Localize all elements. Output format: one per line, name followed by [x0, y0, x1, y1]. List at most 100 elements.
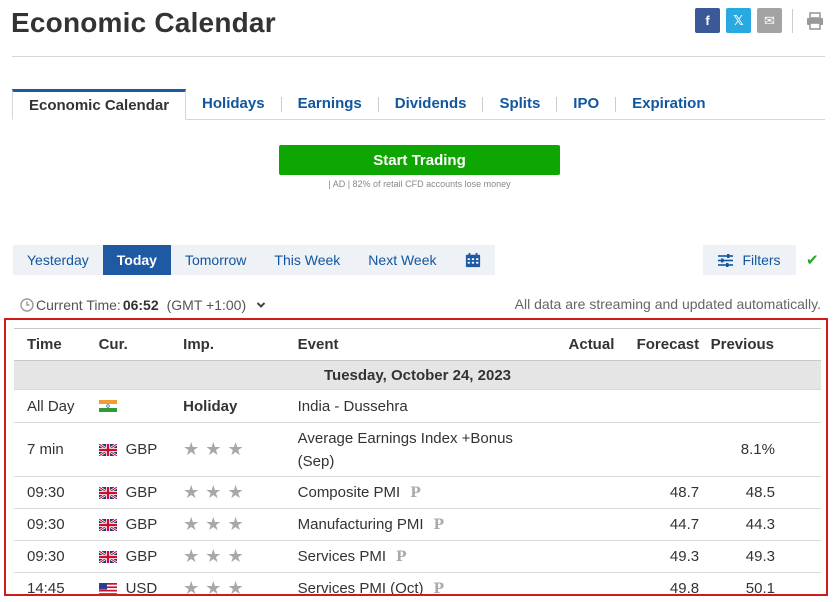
x-share-button[interactable]: 𝕏 [726, 8, 751, 33]
row-actual [537, 476, 617, 509]
header-importance[interactable]: Imp. [183, 328, 298, 361]
row-event[interactable]: Services PMI (Oct) P [297, 572, 538, 596]
table-row[interactable]: 09:30 GBP ★ ★ ★ Services PMI P 49.3 49.3 [14, 540, 821, 573]
row-previous: 49.3 [707, 540, 821, 573]
title-divider [12, 56, 825, 57]
row-forecast: 48.7 [616, 476, 708, 509]
share-toolbar: f 𝕏 ✉ [695, 8, 827, 33]
row-event[interactable]: Manufacturing PMI P [297, 508, 538, 541]
importance-stars: ★ ★ ★ [183, 440, 243, 458]
uk-flag-icon [98, 518, 117, 531]
filters-button[interactable]: Filters [703, 245, 796, 275]
period-today[interactable]: Today [102, 245, 171, 275]
header-time[interactable]: Time [14, 328, 99, 361]
row-actual [537, 422, 617, 477]
tab-ipo[interactable]: IPO [557, 88, 615, 119]
event-name: Composite PMI [297, 484, 401, 501]
table-row[interactable]: 09:30 GBP ★ ★ ★ Manufacturing PMI P 44.7 44… [14, 508, 821, 541]
period-tomorrow[interactable]: Tomorrow [171, 245, 260, 275]
row-currency [98, 389, 184, 423]
header-previous[interactable]: Previous [707, 328, 821, 361]
tab-expiration[interactable]: Expiration [616, 88, 721, 119]
event-name: Services PMI (Oct) [297, 580, 424, 596]
preliminary-icon: P [433, 581, 445, 596]
row-importance: Holiday [183, 389, 298, 423]
row-currency: GBP [98, 476, 184, 509]
star-icon: ★ [227, 482, 244, 502]
section-tabs: Economic Calendar Holidays Earnings Divi… [12, 89, 825, 120]
period-this-week[interactable]: This Week [260, 245, 354, 275]
tab-splits[interactable]: Splits [483, 88, 556, 119]
row-time: 14:45 [14, 572, 99, 594]
current-time: Current Time: 06:52 (GMT +1:00) [20, 297, 266, 313]
header-event[interactable]: Event [297, 328, 538, 361]
table-row[interactable]: 7 min GBP ★ ★ ★ Average Earnings Index +Bo… [14, 422, 821, 477]
event-name: Services PMI [297, 548, 386, 565]
currency-code: GBP [125, 484, 158, 501]
row-actual [537, 572, 617, 594]
period-yesterday[interactable]: Yesterday [13, 245, 103, 275]
star-icon: ★ [205, 546, 222, 566]
table-header-row: Time Cur. Imp. Event Actual Forecast Pre… [14, 328, 821, 361]
printer-icon[interactable] [803, 9, 827, 33]
date-row: Tuesday, October 24, 2023 [14, 360, 821, 390]
row-event[interactable]: Composite PMI P [297, 476, 538, 509]
start-trading-button[interactable]: Start Trading [279, 145, 560, 175]
filters-label: Filters [742, 252, 781, 268]
header-currency[interactable]: Cur. [98, 328, 184, 361]
row-currency: USD [98, 572, 184, 594]
currency-code: GBP [125, 516, 158, 533]
period-next-week[interactable]: Next Week [354, 245, 450, 275]
row-importance: ★ ★ ★ [183, 508, 298, 541]
tab-earnings[interactable]: Earnings [282, 88, 378, 119]
star-icon: ★ [183, 578, 200, 596]
tab-holidays[interactable]: Holidays [186, 88, 281, 119]
row-previous: 44.3 [707, 508, 821, 541]
date-label: Tuesday, October 24, 2023 [14, 360, 821, 390]
row-event[interactable]: Average Earnings Index +Bonus (Sep) [297, 422, 538, 477]
current-time-value: 06:52 [122, 297, 159, 313]
star-icon: ★ [183, 439, 200, 459]
india-flag-icon [98, 400, 117, 412]
facebook-share-button[interactable]: f [695, 8, 720, 33]
row-time: 09:30 [14, 508, 99, 541]
row-importance: ★ ★ ★ [183, 476, 298, 509]
tab-economic-calendar[interactable]: Economic Calendar [12, 89, 187, 120]
period-selector: Yesterday Today Tomorrow This Week Next … [13, 245, 495, 275]
row-event[interactable]: Services PMI P [297, 540, 538, 573]
page-title: Economic Calendar [11, 7, 276, 38]
event-name-line1: Average Earnings Index +Bonus [297, 429, 513, 447]
preliminary-icon: P [410, 485, 421, 501]
row-actual [537, 508, 617, 541]
row-forecast [616, 422, 708, 477]
chevron-down-icon[interactable] [256, 301, 266, 309]
header-actual[interactable]: Actual [537, 328, 617, 361]
table-row[interactable]: 09:30 GBP ★ ★ ★ Composite PMI P 48.7 48.5 [14, 476, 821, 509]
row-forecast [616, 389, 708, 423]
row-importance: ★ ★ ★ [183, 540, 298, 573]
share-divider [792, 8, 793, 33]
row-time: 7 min [14, 422, 99, 477]
star-icon: ★ [205, 514, 222, 534]
star-icon: ★ [205, 439, 222, 459]
row-previous: 8.1% [707, 422, 821, 477]
importance-stars: ★ ★ ★ [183, 483, 243, 501]
calendar-icon[interactable] [451, 245, 495, 275]
star-icon: ★ [227, 578, 244, 596]
header-forecast[interactable]: Forecast [616, 328, 708, 361]
timezone-label[interactable]: (GMT +1:00) [167, 297, 247, 313]
facebook-icon: f [705, 13, 710, 28]
table-row[interactable]: All Day Holiday India - Dussehra [14, 389, 821, 423]
preliminary-icon: P [396, 549, 407, 565]
current-time-label: Current Time: [36, 297, 121, 313]
x-icon: 𝕏 [733, 12, 744, 28]
tab-dividends[interactable]: Dividends [379, 88, 483, 119]
streaming-note: All data are streaming and updated autom… [514, 296, 821, 312]
star-icon: ★ [227, 514, 244, 534]
table-row[interactable]: 14:45 USD ★ ★ ★ Services PMI (Oct) P 49.8 5… [14, 572, 821, 596]
importance-stars: ★ ★ ★ [183, 578, 244, 596]
row-time: 09:30 [14, 476, 99, 509]
uk-flag-icon [98, 550, 117, 563]
economic-calendar-table: Time Cur. Imp. Event Actual Forecast Pre… [14, 328, 821, 596]
email-share-button[interactable]: ✉ [757, 8, 782, 33]
